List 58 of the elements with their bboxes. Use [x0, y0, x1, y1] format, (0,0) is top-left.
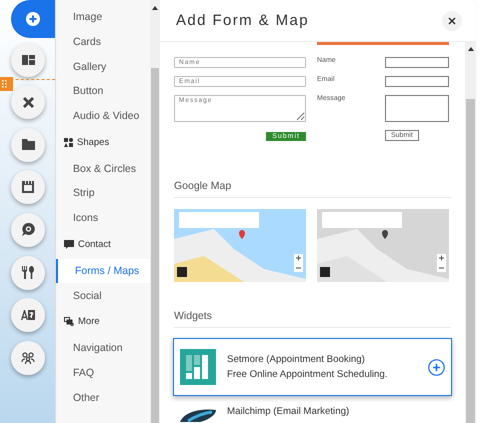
layout-icon [22, 54, 34, 65]
form-input-field[interactable] [385, 95, 449, 122]
menu-item[interactable]: Icons [56, 206, 150, 230]
menu-heading: Contact [78, 239, 111, 250]
menu-item[interactable]: Social [56, 283, 150, 308]
menu-item[interactable]: Navigation [56, 336, 150, 361]
sidebar-tool-button[interactable] [11, 85, 45, 120]
section-heading: Google Map [174, 158, 451, 198]
chat-icon [64, 240, 74, 249]
menu-item[interactable]: Gallery [56, 54, 150, 80]
sidebar-tool-button[interactable] [11, 42, 45, 77]
translate-icon [21, 309, 35, 322]
scrollbar-thumb[interactable] [466, 99, 475, 423]
fork-spoon-icon [22, 266, 34, 280]
menu-item[interactable]: Audio & Video [56, 104, 150, 128]
stack-icon [64, 317, 74, 326]
film-strip-icon [22, 181, 34, 194]
sidebar-tool-button[interactable] [11, 0, 55, 38]
widget-card[interactable]: Setmore (Appointment Booking) Free Online Appointment Scheduling. [173, 338, 452, 396]
scrollbar-thumb[interactable] [151, 68, 159, 423]
form-input-field[interactable] [385, 76, 449, 87]
form-input-field[interactable] [385, 57, 449, 68]
sidebar-tool-button[interactable] [11, 170, 45, 204]
sidebar-tool-button[interactable] [11, 256, 45, 290]
menu-heading: More [78, 316, 100, 328]
menu-item[interactable]: Forms / Maps [56, 258, 150, 284]
section-heading: Widgets [174, 282, 451, 328]
scroll-up-icon[interactable] [468, 47, 474, 51]
grid-handle-icon[interactable] [0, 77, 13, 91]
menu-heading: Shapes [77, 136, 110, 148]
scroll-up-icon[interactable] [152, 6, 158, 10]
add-icon [26, 12, 40, 26]
widget-card[interactable]: Mailchimp (Email Marketing) [173, 399, 452, 423]
people-icon [21, 352, 35, 364]
menu-item[interactable]: Box & Circles [56, 156, 150, 182]
menu-item[interactable]: Button [56, 79, 150, 104]
menu-item[interactable]: Image [56, 5, 150, 30]
sidebar-tool-button[interactable] [11, 340, 45, 375]
add-icon[interactable] [428, 358, 445, 376]
close-button[interactable] [442, 10, 462, 30]
sidebar-tool-button[interactable] [11, 128, 45, 162]
chat-bubble-icon [22, 223, 34, 236]
widget-title: Setmore (Appointment Booking) [227, 354, 366, 365]
scrollbar[interactable] [150, 0, 160, 423]
menu-item[interactable]: Other [56, 385, 150, 410]
close-icon [448, 16, 456, 24]
widget-description: Free Online Appointment Scheduling. [227, 369, 388, 380]
bar-chart-icon [180, 349, 216, 385]
menu-item[interactable]: Cards [56, 30, 150, 54]
menu-item[interactable]: FAQ [56, 360, 150, 386]
folder-icon [22, 139, 34, 150]
widget-title: Mailchimp (Email Marketing) [227, 406, 350, 417]
dialog-title: Add Form & Map [176, 12, 309, 29]
sidebar-tool-button[interactable] [11, 212, 45, 247]
shapes-icon [64, 138, 73, 147]
scrollbar[interactable] [465, 42, 476, 423]
sidebar-tool-button[interactable] [11, 298, 45, 332]
menu-item[interactable]: Strip [56, 181, 150, 206]
